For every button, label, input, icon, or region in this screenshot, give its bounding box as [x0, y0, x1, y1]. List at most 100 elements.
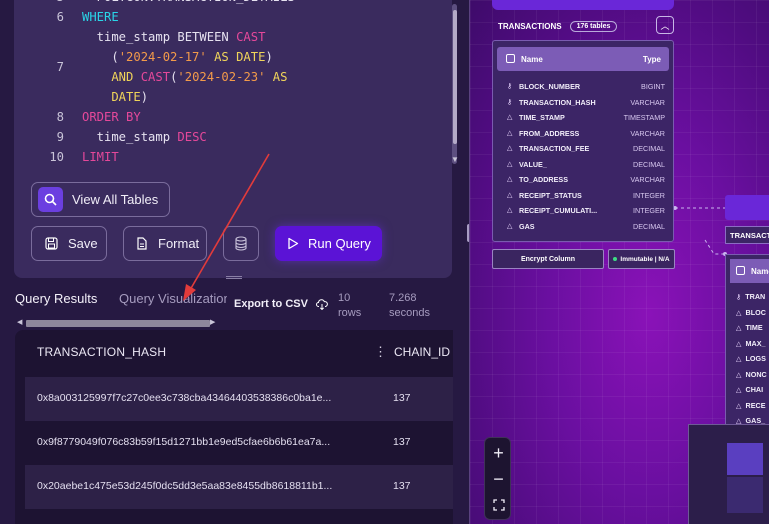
duration-label: seconds — [389, 307, 430, 319]
chain-id-cell: 137 — [393, 436, 411, 448]
schema-column-row[interactable]: △ TIME_STAMP TIMESTAMP — [507, 113, 665, 123]
schema-column-type: DECIMAL — [633, 159, 665, 169]
transaction-hash-cell: 0x20aebe1c475e53d245f0dc5dd3e5aa83e8455d… — [37, 480, 333, 492]
resize-handle[interactable] — [226, 276, 242, 279]
save-button[interactable]: Save — [31, 226, 107, 261]
schema-column-name: CHAI — [745, 385, 764, 394]
status-dot-icon — [613, 257, 618, 261]
second-node-header[interactable] — [725, 195, 769, 220]
column-type-icon: △ — [507, 222, 513, 230]
tab-query-visualization[interactable]: Query Visualization — [119, 291, 227, 306]
chain-id-cell: 137 — [393, 480, 411, 492]
view-all-tables-label: View All Tables — [72, 192, 159, 207]
table-row[interactable]: 0x20aebe1c475e53d245f0dc5dd3e5aa83e8455d… — [25, 465, 453, 509]
row-count-label: rows — [338, 307, 362, 319]
transactions-node-title: TRANSACTIONS 176 tables — [492, 15, 674, 37]
column-menu-icon[interactable]: ⋮ — [374, 344, 387, 360]
schema-column-row[interactable]: △ RECEIPT_STATUS INTEGER — [507, 191, 665, 201]
schema-column-row[interactable]: △ RECE — [736, 401, 766, 410]
schema-column-row[interactable]: △ RECEIPT_CUMULATI... INTEGER — [507, 206, 665, 216]
schema-column-row[interactable]: △ FROM_ADDRESS VARCHAR — [507, 129, 665, 139]
code-token: ORDER BY — [82, 110, 141, 124]
schema-column-row[interactable]: △ MAX_ — [736, 339, 766, 348]
code-line: ORDER BY — [82, 110, 141, 124]
zoom-in-icon[interactable]: + — [485, 440, 512, 466]
schema-column-name: TO_ADDRESS — [519, 175, 568, 184]
schema-column-type: VARCHAR — [630, 97, 665, 107]
code-line: time_stamp BETWEEN CAST — [82, 30, 266, 44]
second-node-title: TRANSACTIONS — [725, 226, 769, 244]
results-table: TRANSACTION_HASH ⋮ CHAIN_ID 0x8a00312599… — [15, 330, 453, 524]
schema-column-row[interactable]: △ LOGS — [736, 354, 766, 363]
code-area[interactable]: 5 POLYGON.TRANSACTION_DETAILS 6 WHERE time… — [14, 0, 444, 172]
run-query-button[interactable]: Run Query — [275, 226, 382, 261]
minimap[interactable] — [688, 424, 769, 524]
export-csv-label: Export to CSV — [234, 298, 308, 310]
schema-column-row[interactable]: △ CHAI — [736, 385, 763, 394]
schema-column-type: VARCHAR — [630, 175, 665, 184]
code-line: DATE) — [82, 90, 148, 104]
schema-column-row[interactable]: ⚷ TRANSACTION_HASH VARCHAR — [507, 98, 665, 108]
table-row[interactable]: 0x9f8779049f076c83b59f15d1271bb1e9ed5cfa… — [25, 421, 453, 465]
code-token: AS DATE — [206, 50, 266, 64]
code-token: ) — [140, 90, 149, 104]
code-line: WHERE — [82, 10, 119, 24]
scroll-down-arrow-icon[interactable]: ▼ — [451, 155, 459, 164]
schema-column-type: INTEGER — [633, 206, 665, 215]
code-token: '2024-02-23' — [177, 70, 266, 84]
schema-column-name: TRAN — [745, 292, 766, 301]
code-token: CAST — [140, 70, 171, 84]
cloud-download-icon — [315, 298, 328, 310]
schema-column-name: NONC — [745, 369, 767, 379]
editor-scrollbar-thumb[interactable] — [453, 10, 457, 144]
encrypt-column-button[interactable]: Encrypt Column — [492, 249, 604, 269]
column-type-icon: △ — [736, 369, 742, 379]
collapse-chevron-icon[interactable]: ︿ — [656, 16, 674, 34]
minimap-node — [727, 477, 763, 513]
schema-column-row[interactable]: △ GAS DECIMAL — [507, 222, 665, 232]
fit-view-icon[interactable] — [485, 492, 512, 518]
schema-column-type: VARCHAR — [630, 128, 665, 138]
schema-column-row[interactable]: ⚷ BLOCK_NUMBER BIGINT — [507, 82, 665, 92]
column-header-transaction-hash[interactable]: TRANSACTION_HASH — [37, 345, 166, 359]
schema-column-row[interactable]: △ TRANSACTION_FEE DECIMAL — [507, 144, 665, 154]
schema-column-row[interactable]: △ TIME — [736, 323, 763, 332]
column-type-icon: △ — [736, 354, 742, 363]
view-all-tables-button[interactable]: View All Tables — [31, 182, 170, 217]
code-line: AND CAST('2024-02-23' AS — [82, 70, 287, 84]
column-header-chain-id[interactable]: CHAIN_ID — [394, 345, 450, 359]
format-button[interactable]: Format — [123, 226, 207, 261]
schema-column-type: TIMESTAMP — [623, 113, 665, 122]
minimap-node — [727, 443, 763, 475]
code-token: ) — [265, 50, 273, 64]
transaction-hash-cell: 0x9f8779049f076c83b59f15d1271bb1e9ed5cfa… — [37, 436, 331, 448]
line-number: 9 — [56, 130, 64, 144]
database-button[interactable] — [223, 226, 259, 261]
table-row[interactable]: 0x8a003125997f7c27c0ee3c738cba4346440353… — [25, 377, 453, 421]
schema-canvas[interactable]: TRANSACTIONS 176 tables ︿ Name Type ⚷ BLO… — [469, 0, 769, 524]
schema-column-row[interactable]: △ NONC — [736, 370, 767, 379]
polygon-node-header[interactable] — [492, 0, 674, 10]
second-table-card[interactable]: Name ⚷TRAN△BLOC△TIME△MAX_△LOGS△NONC△CHAI… — [725, 254, 769, 434]
schema-column-row[interactable]: △ TO_ADDRESS VARCHAR — [507, 175, 665, 185]
schema-column-name: TIME — [745, 323, 763, 332]
table-count-badge: 176 tables — [569, 20, 618, 32]
scroll-left-arrow-icon[interactable]: ◀ — [17, 318, 22, 326]
code-line: ('2024-02-17' AS DATE) — [82, 50, 273, 64]
scroll-right-arrow-icon[interactable]: ▶ — [210, 318, 215, 326]
schema-column-row[interactable]: △ VALUE_ DECIMAL — [507, 160, 665, 170]
line-number: 8 — [56, 110, 64, 124]
immutable-badge[interactable]: Immutable | N/A — [608, 249, 675, 269]
schema-column-row[interactable]: ⚷ TRAN — [736, 292, 765, 301]
code-token: POLYGON.TRANSACTION_DETAILS — [82, 0, 295, 4]
save-label: Save — [68, 236, 98, 251]
tab-query-results[interactable]: Query Results — [15, 291, 97, 306]
code-token: DESC — [177, 130, 207, 144]
transactions-table-card[interactable]: Name Type ⚷ BLOCK_NUMBER BIGINT ⚷ TRANSACTIO… — [492, 40, 674, 242]
format-label: Format — [158, 236, 200, 251]
code-token: DATE — [82, 90, 141, 104]
export-csv-button[interactable]: Export to CSV — [234, 298, 328, 310]
tabs-scrollbar[interactable] — [26, 320, 210, 327]
schema-column-row[interactable]: △ BLOC — [736, 308, 766, 317]
zoom-out-icon[interactable]: − — [485, 466, 512, 492]
